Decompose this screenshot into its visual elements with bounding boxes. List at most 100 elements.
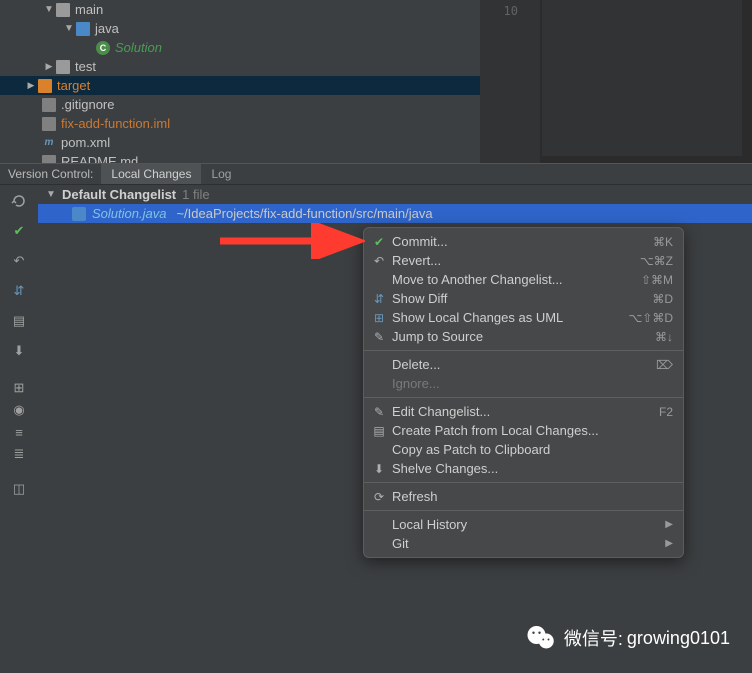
menu-label: Copy as Patch to Clipboard	[392, 442, 673, 457]
changed-file-row[interactable]: Solution.java ~/IdeaProjects/fix-add-fun…	[38, 204, 752, 223]
uml-icon: ⊞	[370, 311, 388, 325]
menu-item-local-history[interactable]: Local History ▶	[364, 515, 683, 534]
menu-item-revert[interactable]: ↶ Revert... ⌥⌘Z	[364, 251, 683, 270]
folder-icon	[76, 22, 90, 36]
tool-strip: ✔ ↶ ⇵ ▤ ⬇ ⊞ ◉ ≡ ≣ ◫	[0, 185, 38, 673]
tree-row-pom[interactable]: m pom.xml	[0, 133, 480, 152]
diff-icon: ⇵	[370, 292, 388, 306]
editor-gutter: 10	[480, 0, 540, 163]
tree-row-readme[interactable]: README.md	[0, 152, 480, 163]
refresh-icon[interactable]	[7, 189, 31, 213]
changelist-header[interactable]: Default Changelist 1 file	[38, 185, 752, 204]
folder-icon	[38, 79, 52, 93]
tree-label-pom: pom.xml	[61, 135, 110, 150]
menu-label: Local History	[392, 517, 665, 532]
watermark: 微信号: growing0101	[526, 623, 730, 653]
menu-item-refresh[interactable]: ⟳ Refresh	[364, 487, 683, 506]
edit-icon: ✎	[370, 405, 388, 419]
menu-label: Jump to Source	[392, 329, 655, 344]
menu-item-create-patch[interactable]: ▤ Create Patch from Local Changes...	[364, 421, 683, 440]
tree-row-target[interactable]: target	[0, 76, 480, 95]
menu-shortcut: ⌘↓	[655, 330, 673, 344]
menu-item-move[interactable]: Move to Another Changelist... ⇧⌘M	[364, 270, 683, 289]
expand-arrow-icon[interactable]	[42, 60, 56, 74]
changed-file-name: Solution.java	[92, 206, 166, 221]
menu-label: Show Local Changes as UML	[392, 310, 628, 325]
gutter-line-number: 10	[480, 4, 518, 18]
menu-shortcut: ⌦	[656, 358, 673, 372]
menu-label: Shelve Changes...	[392, 461, 673, 476]
menu-item-commit[interactable]: ✔ Commit... ⌘K	[364, 232, 683, 251]
refresh-icon: ⟳	[370, 490, 388, 504]
menu-label: Git	[392, 536, 665, 551]
collapse-icon[interactable]: ≣	[7, 445, 31, 463]
show-diff-preview-icon[interactable]: ◫	[7, 477, 31, 501]
menu-label: Create Patch from Local Changes...	[392, 423, 673, 438]
tree-row-gitignore[interactable]: .gitignore	[0, 95, 480, 114]
menu-shortcut: ⇧⌘M	[641, 273, 673, 287]
group-icon[interactable]: ⊞	[7, 379, 31, 397]
version-control-tabbar: Version Control: Local Changes Log	[0, 163, 752, 185]
changed-file-path: ~/IdeaProjects/fix-add-function/src/main…	[176, 206, 432, 221]
menu-label: Revert...	[392, 253, 640, 268]
menu-label: Edit Changelist...	[392, 404, 659, 419]
vc-title: Version Control:	[0, 167, 101, 181]
menu-item-diff[interactable]: ⇵ Show Diff ⌘D	[364, 289, 683, 308]
top-area: main java C Solution test target .gitign…	[0, 0, 752, 163]
class-icon: C	[96, 41, 110, 55]
changelist-count: 1 file	[182, 187, 209, 202]
editor-area[interactable]	[540, 0, 752, 163]
menu-separator	[364, 510, 683, 511]
preview-icon[interactable]: ◉	[7, 401, 31, 419]
context-menu: ✔ Commit... ⌘K ↶ Revert... ⌥⌘Z Move to A…	[363, 227, 684, 558]
watermark-id: growing0101	[627, 628, 730, 649]
tree-row-main[interactable]: main	[0, 0, 480, 19]
tree-label-solution: Solution	[115, 40, 162, 55]
expand-arrow-icon[interactable]	[42, 3, 56, 17]
diff-icon[interactable]: ⇵	[7, 279, 31, 303]
menu-label: Move to Another Changelist...	[392, 272, 641, 287]
tree-row-test[interactable]: test	[0, 57, 480, 76]
tree-row-java[interactable]: java	[0, 19, 480, 38]
changelist-icon[interactable]: ▤	[7, 309, 31, 333]
submenu-arrow-icon: ▶	[665, 519, 673, 530]
menu-item-git[interactable]: Git ▶	[364, 534, 683, 553]
menu-item-uml[interactable]: ⊞ Show Local Changes as UML ⌥⇧⌘D	[364, 308, 683, 327]
commit-icon[interactable]: ✔	[7, 219, 31, 243]
menu-shortcut: F2	[659, 405, 673, 419]
tab-local-changes[interactable]: Local Changes	[101, 164, 201, 184]
revert-icon[interactable]: ↶	[7, 249, 31, 273]
java-file-icon	[72, 207, 86, 221]
menu-shortcut: ⌥⇧⌘D	[628, 311, 673, 325]
project-tree[interactable]: main java C Solution test target .gitign…	[0, 0, 480, 163]
check-icon: ✔	[370, 235, 388, 249]
maven-icon: m	[42, 136, 56, 150]
menu-item-copy-patch[interactable]: Copy as Patch to Clipboard	[364, 440, 683, 459]
tab-log[interactable]: Log	[201, 164, 241, 184]
changelist-name: Default Changelist	[62, 187, 176, 202]
menu-separator	[364, 482, 683, 483]
wechat-icon	[526, 623, 556, 653]
menu-label: Delete...	[392, 357, 656, 372]
tree-label-java: java	[95, 21, 119, 36]
submenu-arrow-icon: ▶	[665, 538, 673, 549]
expand-arrow-icon[interactable]	[44, 188, 58, 202]
tree-label-iml: fix-add-function.iml	[61, 116, 170, 131]
expand-arrow-icon[interactable]	[62, 22, 76, 36]
menu-item-delete[interactable]: Delete... ⌦	[364, 355, 683, 374]
menu-item-jump[interactable]: ✎ Jump to Source ⌘↓	[364, 327, 683, 346]
tree-row-solution[interactable]: C Solution	[0, 38, 480, 57]
expand-icon[interactable]: ≡	[7, 423, 31, 441]
editor-background	[542, 0, 742, 156]
menu-item-shelve[interactable]: ⬇ Shelve Changes...	[364, 459, 683, 478]
tree-label-target: target	[57, 78, 90, 93]
menu-separator	[364, 350, 683, 351]
folder-icon	[56, 3, 70, 17]
tree-row-iml[interactable]: fix-add-function.iml	[0, 114, 480, 133]
menu-shortcut: ⌘D	[652, 292, 673, 306]
menu-item-edit-changelist[interactable]: ✎ Edit Changelist... F2	[364, 402, 683, 421]
expand-arrow-icon[interactable]	[24, 79, 38, 93]
markdown-icon	[42, 155, 56, 164]
shelve-icon[interactable]: ⬇	[7, 339, 31, 363]
menu-separator	[364, 397, 683, 398]
